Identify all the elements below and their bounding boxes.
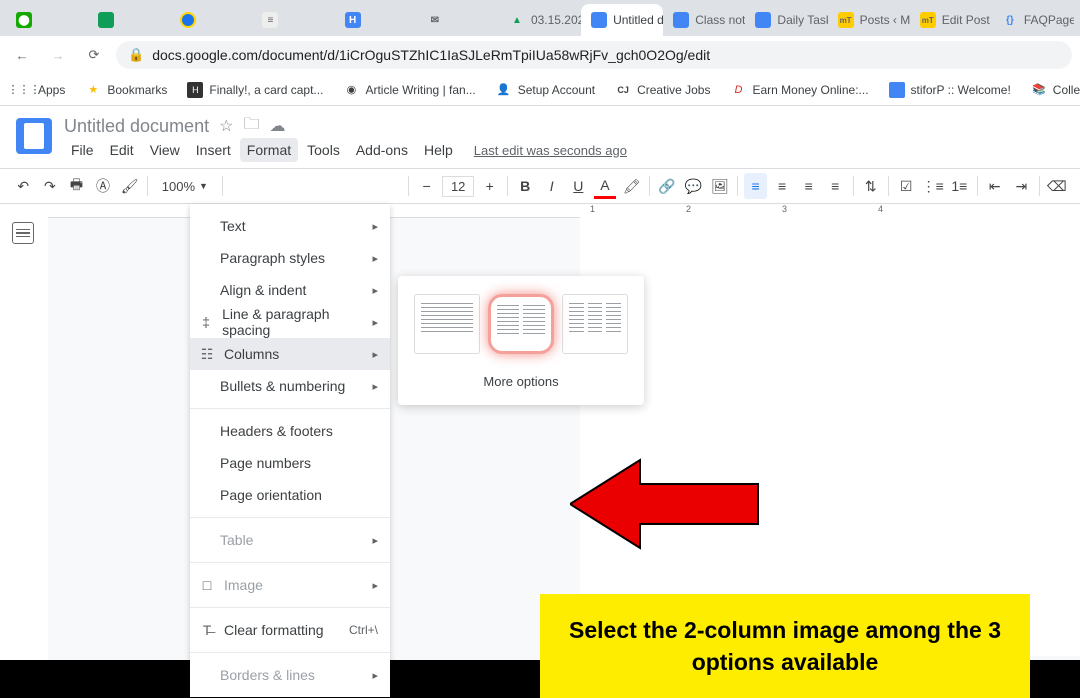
menu-file[interactable]: File bbox=[64, 138, 101, 162]
clearformat-icon: T̶ bbox=[198, 622, 216, 638]
tab[interactable]: mTPosts ‹ Mas× bbox=[828, 4, 910, 36]
align-center-button[interactable]: ≡ bbox=[771, 173, 794, 199]
column-option-3[interactable] bbox=[562, 294, 628, 354]
tab[interactable]: Daily Task S× bbox=[745, 4, 827, 36]
bookmark[interactable]: stiforP :: Welcome! bbox=[881, 78, 1019, 102]
align-left-button[interactable]: ≡ bbox=[744, 173, 767, 199]
numberlist-button[interactable]: 1≡ bbox=[948, 173, 971, 199]
paint-button[interactable]: 🖌 bbox=[118, 173, 141, 199]
menu-align-indent[interactable]: Align & indent▸ bbox=[190, 274, 390, 306]
menu-borders-lines: Borders & lines▸ bbox=[190, 659, 390, 691]
menu-view[interactable]: View bbox=[143, 138, 187, 162]
redo-button[interactable]: ↷ bbox=[39, 173, 62, 199]
tab[interactable]: mTEdit Post "H× bbox=[910, 4, 992, 36]
bookmark[interactable]: HFinally!, a card capt... bbox=[179, 78, 331, 102]
reload-button[interactable]: ⟳ bbox=[80, 41, 108, 69]
star-icon[interactable]: ☆ bbox=[219, 116, 233, 136]
print-button[interactable]: 🖶 bbox=[65, 173, 88, 199]
highlight-button[interactable]: 🖍 bbox=[620, 173, 643, 199]
bulletlist-button[interactable]: ⋮≡ bbox=[921, 173, 944, 199]
tab[interactable] bbox=[88, 4, 170, 36]
undo-button[interactable]: ↶ bbox=[12, 173, 35, 199]
textcolor-button[interactable]: A bbox=[594, 173, 617, 199]
bookmark[interactable]: DEarn Money Online:... bbox=[722, 78, 876, 102]
tab[interactable] bbox=[170, 4, 252, 36]
move-icon[interactable]: 🗀 bbox=[243, 113, 259, 140]
last-edit-link[interactable]: Last edit was seconds ago bbox=[474, 143, 627, 158]
columns-submenu: More options bbox=[398, 276, 644, 405]
tab[interactable]: ▲03.15.2022× bbox=[499, 4, 581, 36]
lock-icon: 🔒 bbox=[128, 47, 144, 63]
menu-image: □Image▸ bbox=[190, 569, 390, 601]
comment-button[interactable]: 💬 bbox=[682, 173, 705, 199]
linespacing-button[interactable]: ⇅ bbox=[859, 173, 882, 199]
image-button[interactable]: 🖼 bbox=[709, 173, 732, 199]
column-option-1[interactable] bbox=[414, 294, 480, 354]
column-option-2[interactable] bbox=[488, 294, 554, 354]
menu-columns[interactable]: ☷Columns▸ bbox=[190, 338, 390, 370]
underline-button[interactable]: U bbox=[567, 173, 590, 199]
forward-button[interactable]: → bbox=[44, 41, 72, 69]
bookmark[interactable]: ◉Article Writing | fan... bbox=[335, 78, 483, 102]
menu-help[interactable]: Help bbox=[417, 138, 460, 162]
document-title[interactable]: Untitled document bbox=[64, 116, 209, 137]
bookmark[interactable]: 👤Setup Account bbox=[488, 78, 603, 102]
bold-button[interactable]: B bbox=[514, 173, 537, 199]
zoom-select[interactable]: 100%▼ bbox=[154, 179, 216, 194]
fontsize-plus-button[interactable]: + bbox=[478, 173, 501, 199]
indent-button[interactable]: ⇥ bbox=[1010, 173, 1033, 199]
cloud-icon[interactable]: ☁ bbox=[269, 116, 285, 136]
linespacing-icon: ‡ bbox=[198, 314, 214, 330]
align-right-button[interactable]: ≡ bbox=[797, 173, 820, 199]
tab[interactable]: ≡ bbox=[252, 4, 334, 36]
tab[interactable]: ⬤ bbox=[6, 4, 88, 36]
document-page[interactable] bbox=[580, 216, 1080, 656]
more-options-button[interactable]: More options bbox=[412, 370, 630, 393]
bookmark[interactable]: CJCreative Jobs bbox=[607, 78, 718, 102]
image-icon: □ bbox=[198, 577, 216, 593]
spellcheck-button[interactable]: Ⓐ bbox=[92, 173, 115, 199]
menu-page-orientation[interactable]: Page orientation bbox=[190, 479, 390, 511]
menu-edit[interactable]: Edit bbox=[103, 138, 141, 162]
bookmark[interactable]: 📚Collection of the M bbox=[1023, 78, 1080, 102]
align-justify-button[interactable]: ≡ bbox=[824, 173, 847, 199]
annotation-arrow-icon bbox=[570, 456, 760, 552]
menu-page-numbers[interactable]: Page numbers bbox=[190, 447, 390, 479]
docs-logo-icon[interactable] bbox=[16, 118, 52, 154]
browser-tab-strip: ⬤ ≡ H ✉ ▲03.15.2022× Untitled doc× Class… bbox=[0, 0, 1080, 36]
clearformat-button[interactable]: ⌫ bbox=[1046, 173, 1069, 199]
tab[interactable]: ✉ bbox=[417, 4, 499, 36]
tab[interactable]: Class notes× bbox=[663, 4, 745, 36]
menu-table: Table▸ bbox=[190, 524, 390, 556]
menu-addons[interactable]: Add-ons bbox=[349, 138, 415, 162]
fontsize-minus-button[interactable]: − bbox=[415, 173, 438, 199]
annotation-callout: Select the 2-column image among the 3 op… bbox=[540, 594, 1030, 698]
fontsize-input[interactable]: 12 bbox=[442, 176, 474, 197]
bookmark[interactable]: ★Bookmarks bbox=[77, 78, 175, 102]
menu-bullets-numbering[interactable]: Bullets & numbering▸ bbox=[190, 370, 390, 402]
toolbar: ↶ ↷ 🖶 Ⓐ 🖌 100%▼ − 12 + B I U A 🖍 🔗 💬 🖼 ≡… bbox=[0, 168, 1080, 204]
columns-icon: ☷ bbox=[198, 346, 216, 363]
menu-line-spacing[interactable]: ‡Line & paragraph spacing▸ bbox=[190, 306, 390, 338]
outline-icon[interactable] bbox=[12, 222, 34, 244]
menu-insert[interactable]: Insert bbox=[189, 138, 238, 162]
tab-active[interactable]: Untitled doc× bbox=[581, 4, 663, 36]
back-button[interactable]: ← bbox=[8, 41, 36, 69]
format-dropdown: Text▸ Paragraph styles▸ Align & indent▸ … bbox=[190, 204, 390, 697]
menu-clear-formatting[interactable]: T̶Clear formattingCtrl+\ bbox=[190, 614, 390, 646]
outdent-button[interactable]: ⇤ bbox=[983, 173, 1006, 199]
tab[interactable]: {}FAQPage JS× bbox=[992, 4, 1074, 36]
menu-format[interactable]: Format bbox=[240, 138, 298, 162]
italic-button[interactable]: I bbox=[540, 173, 563, 199]
menu-headers-footers[interactable]: Headers & footers bbox=[190, 415, 390, 447]
bookmarks-bar: ⋮⋮⋮Apps ★Bookmarks HFinally!, a card cap… bbox=[0, 74, 1080, 106]
apps-bookmark[interactable]: ⋮⋮⋮Apps bbox=[8, 78, 73, 102]
menu-text[interactable]: Text▸ bbox=[190, 210, 390, 242]
menu-tools[interactable]: Tools bbox=[300, 138, 347, 162]
link-button[interactable]: 🔗 bbox=[656, 173, 679, 199]
checklist-button[interactable]: ☑ bbox=[895, 173, 918, 199]
url-input[interactable]: 🔒 docs.google.com/document/d/1iCrOguSTZh… bbox=[116, 41, 1072, 69]
menu-paragraph-styles[interactable]: Paragraph styles▸ bbox=[190, 242, 390, 274]
tab[interactable]: H bbox=[335, 4, 417, 36]
